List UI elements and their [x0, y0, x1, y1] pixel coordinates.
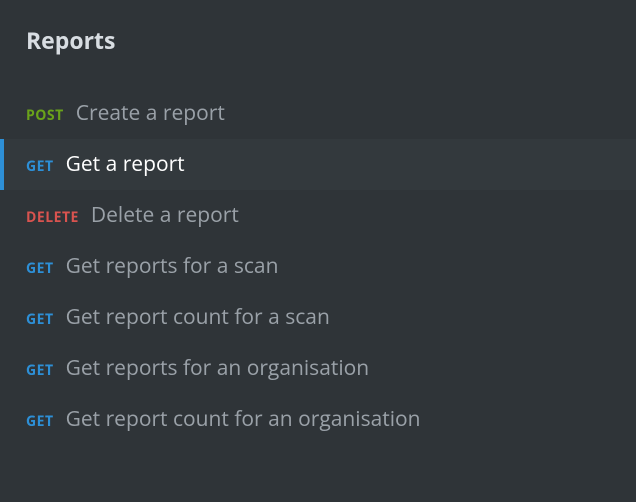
http-method-badge: GET [26, 262, 54, 276]
sidebar-item-get-report[interactable]: GET Get a report [0, 139, 636, 190]
http-method-badge: GET [26, 415, 54, 429]
http-method-badge: GET [26, 313, 54, 327]
sidebar-item-label: Get a report [66, 154, 185, 175]
sidebar-item-delete-report[interactable]: DELETE Delete a report [0, 190, 636, 241]
sidebar-item-label: Get report count for a scan [66, 307, 330, 328]
sidebar-item-label: Get reports for an organisation [66, 358, 370, 379]
sidebar-item-label: Get reports for a scan [66, 256, 279, 277]
sidebar-item-get-report-count-scan[interactable]: GET Get report count for a scan [0, 292, 636, 343]
sidebar-item-label: Delete a report [91, 205, 239, 226]
sidebar-item-get-reports-scan[interactable]: GET Get reports for a scan [0, 241, 636, 292]
section-title: Reports [0, 24, 636, 56]
sidebar-item-create-report[interactable]: POST Create a report [0, 88, 636, 139]
reports-sidebar: Reports POST Create a report GET Get a r… [0, 0, 636, 502]
sidebar-item-label: Create a report [76, 103, 225, 124]
sidebar-item-label: Get report count for an organisation [66, 409, 421, 430]
http-method-badge: GET [26, 364, 54, 378]
http-method-badge: GET [26, 160, 54, 174]
sidebar-item-get-reports-organisation[interactable]: GET Get reports for an organisation [0, 343, 636, 394]
http-method-badge: POST [26, 109, 64, 123]
http-method-badge: DELETE [26, 211, 79, 225]
sidebar-item-get-report-count-organisation[interactable]: GET Get report count for an organisation [0, 394, 636, 445]
